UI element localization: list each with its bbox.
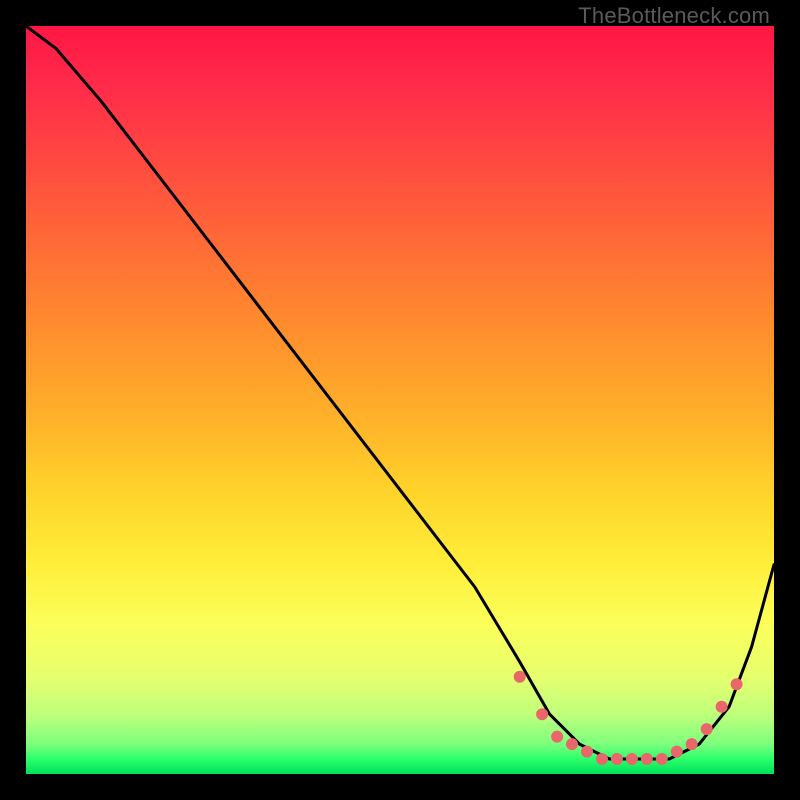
marker-dot [686,738,698,750]
marker-dot [514,671,526,683]
marker-dot [536,708,548,720]
plot-area [26,26,774,774]
marker-dot [716,701,728,713]
marker-dot [731,678,743,690]
marker-dot [641,753,653,765]
marker-dot [551,731,563,743]
marker-dot [656,753,668,765]
marker-dot [596,753,608,765]
marker-dot [626,753,638,765]
chart-frame: TheBottleneck.com [0,0,800,800]
marker-dot [581,746,593,758]
bottleneck-floor-markers [514,671,743,765]
marker-dot [671,746,683,758]
marker-dot [611,753,623,765]
marker-dot [566,738,578,750]
bottleneck-curve [26,26,774,759]
chart-svg [26,26,774,774]
marker-dot [701,723,713,735]
